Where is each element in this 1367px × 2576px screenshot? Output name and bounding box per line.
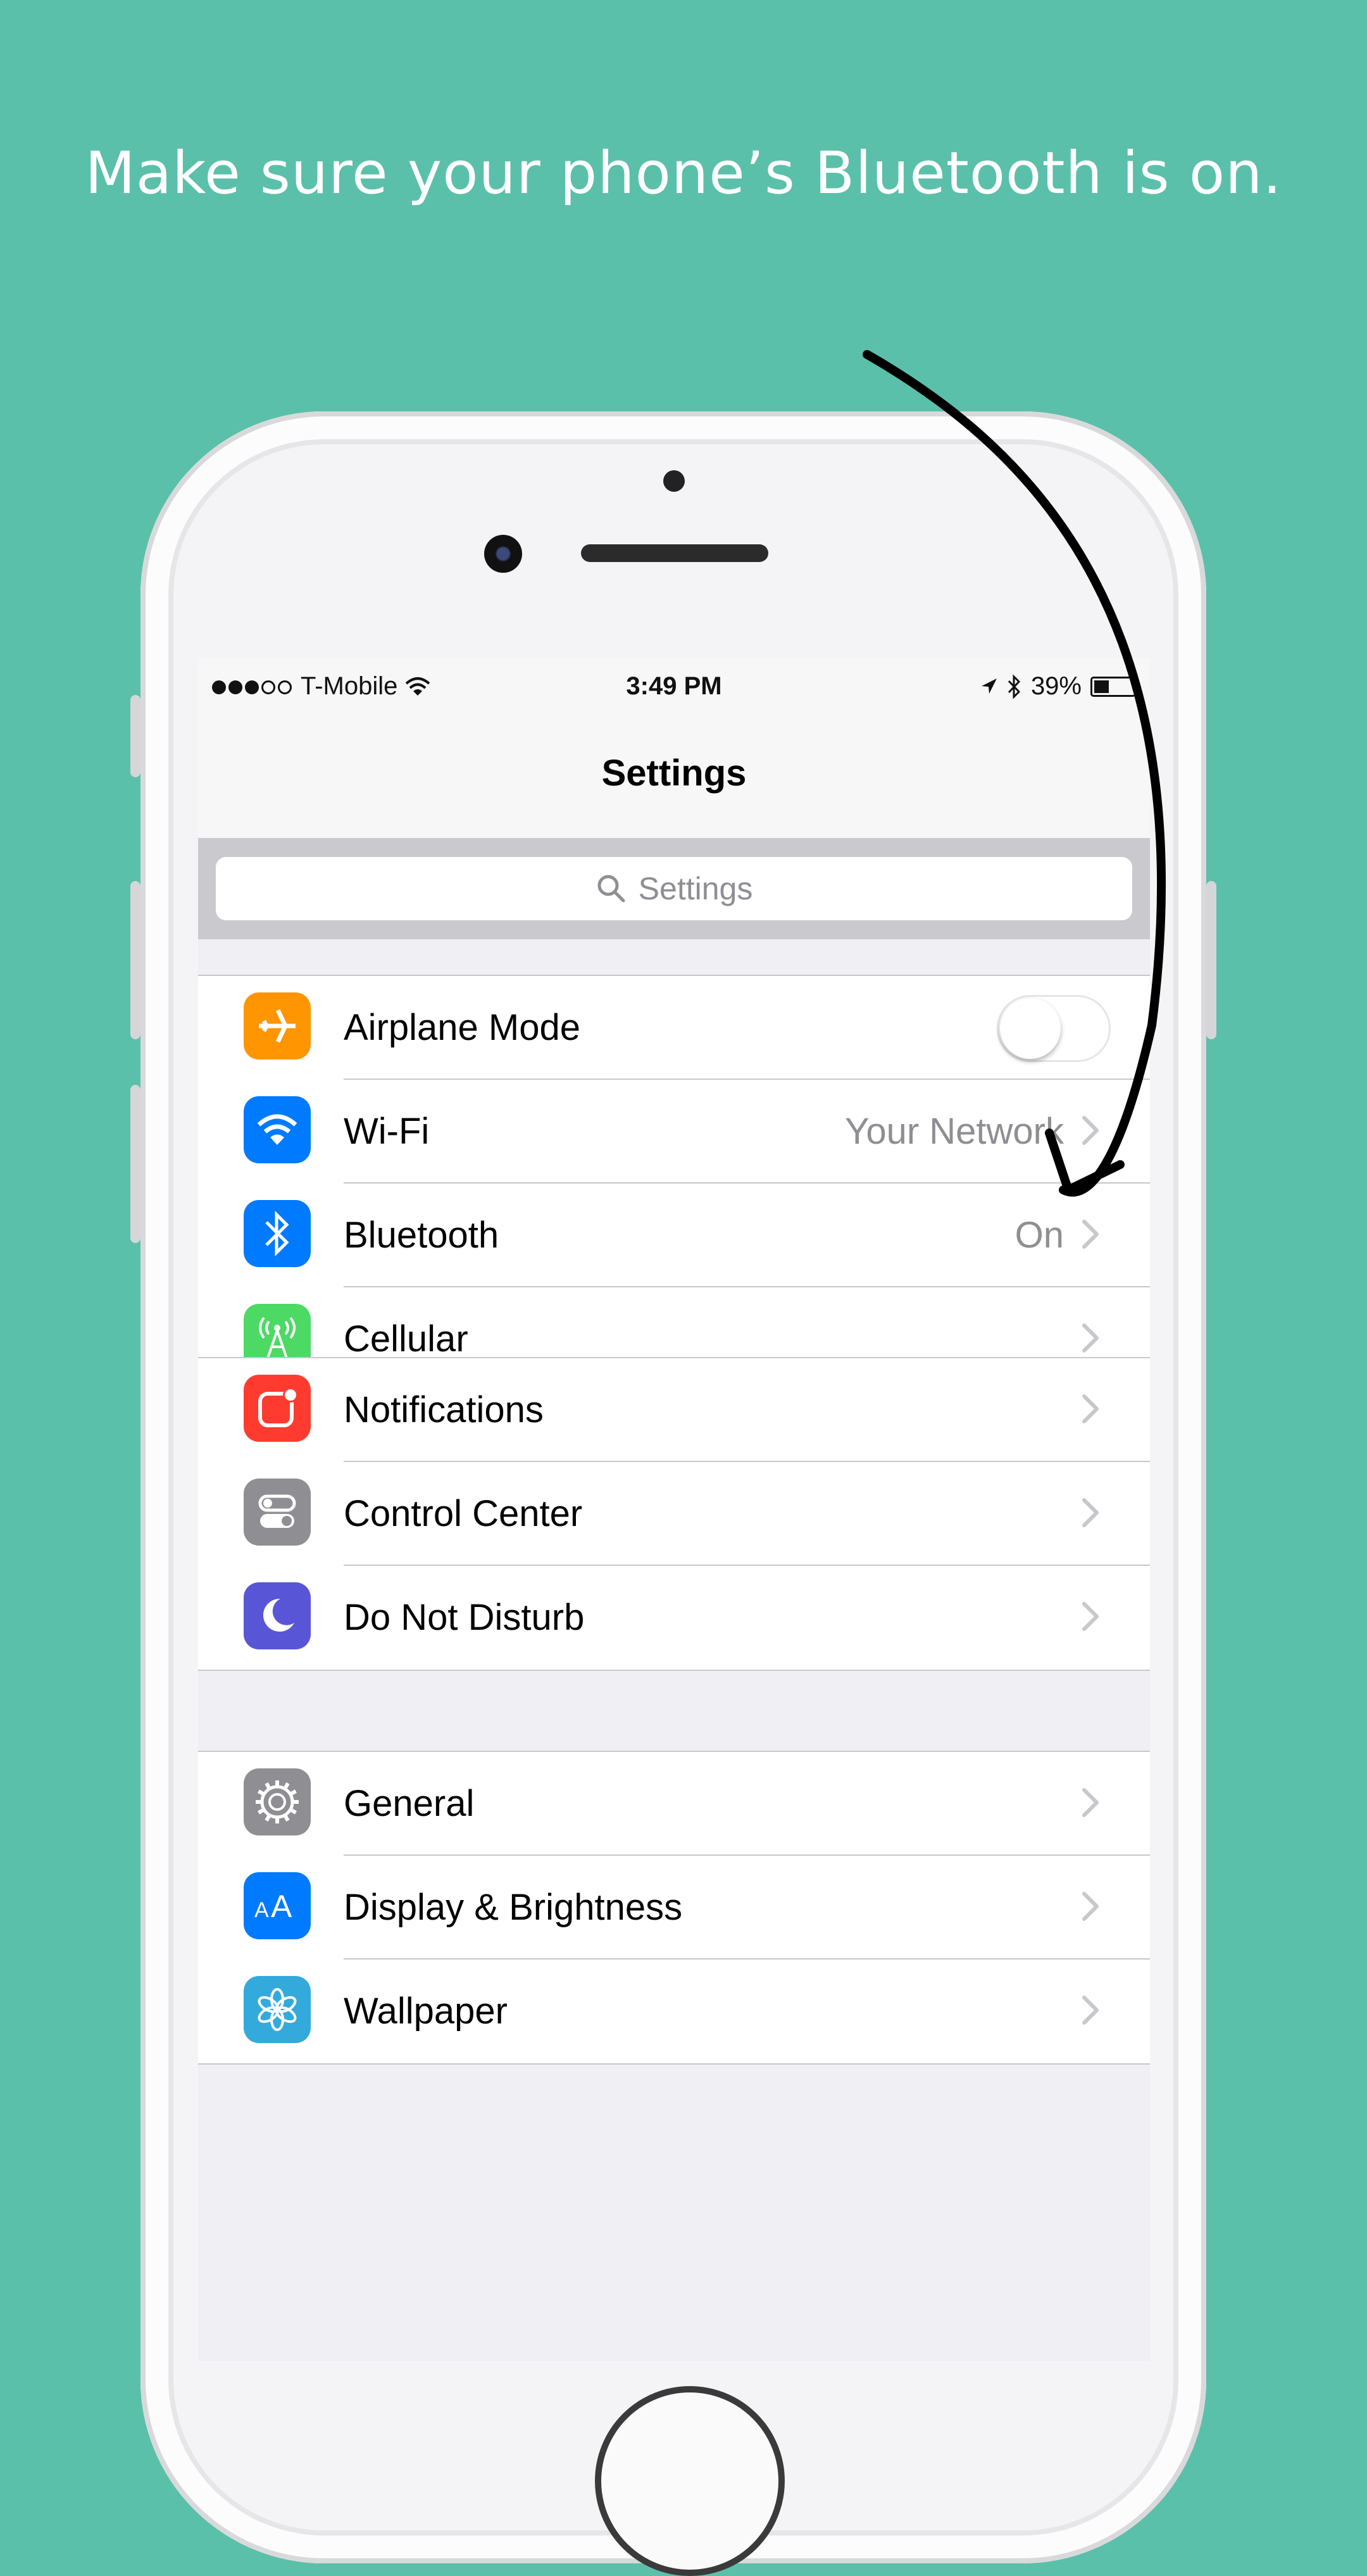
front-camera — [484, 535, 522, 573]
bluetooth-status-icon — [1008, 674, 1021, 699]
battery-percent: 39% — [1030, 672, 1082, 700]
gear-icon — [244, 1768, 311, 1835]
airplane-icon — [244, 992, 311, 1060]
row-label: Wi-Fi — [344, 1111, 430, 1152]
search-input[interactable]: Settings — [216, 857, 1132, 920]
chevron-right-icon — [1073, 1596, 1108, 1637]
chevron-right-icon — [1073, 1110, 1108, 1151]
mute-switch — [130, 695, 140, 777]
page-title: Settings — [601, 753, 747, 794]
notifications-icon — [244, 1375, 311, 1442]
search-icon — [597, 875, 625, 903]
settings-row-airplane-mode[interactable]: Airplane Mode — [198, 976, 1150, 1080]
row-label: General — [344, 1783, 475, 1824]
settings-row-wi-fi[interactable]: Wi-Fi Your Network — [198, 1080, 1150, 1184]
headline: Make sure your phone’s Bluetooth is on. — [85, 139, 1282, 207]
chevron-right-icon — [1073, 1214, 1108, 1254]
svg-text:A: A — [271, 1889, 292, 1924]
row-label: Bluetooth — [344, 1215, 499, 1256]
settings-row-general[interactable]: General — [198, 1752, 1150, 1856]
row-label: Cellular — [344, 1318, 468, 1360]
proximity-sensor — [663, 470, 685, 492]
phone-screen: T-Mobile 3:49 PM 39% Settings Settings A… — [198, 658, 1150, 2361]
home-button[interactable] — [595, 2386, 785, 2576]
airplane-mode-toggle[interactable] — [997, 995, 1111, 1062]
settings-row-control-center[interactable]: Control Center — [198, 1462, 1150, 1566]
settings-row-wallpaper[interactable]: Wallpaper — [198, 1960, 1150, 2063]
settings-row-notifications[interactable]: Notifications — [198, 1358, 1150, 1462]
settings-group: Notifications Control Center Do Not Distur… — [198, 1357, 1150, 1671]
navigation-bar: Settings — [198, 714, 1150, 839]
search-bar: Settings — [198, 838, 1150, 939]
row-label: Do Not Disturb — [344, 1597, 585, 1638]
settings-row-bluetooth[interactable]: Bluetooth On — [198, 1184, 1150, 1287]
bluetooth-icon — [244, 1200, 311, 1267]
status-bar: T-Mobile 3:49 PM 39% — [198, 658, 1150, 714]
wifi-icon — [244, 1096, 311, 1163]
settings-row-do-not-disturb[interactable]: Do Not Disturb — [198, 1566, 1150, 1670]
row-label: Display & Brightness — [344, 1887, 683, 1928]
svg-text:A: A — [254, 1898, 269, 1922]
row-detail: Your Network — [844, 1111, 1064, 1152]
settings-group: General A A Display & Brightness Wallpaper — [198, 1751, 1150, 2065]
chevron-right-icon — [1073, 1886, 1108, 1927]
flower-icon — [244, 1976, 311, 2043]
row-detail: On — [1014, 1215, 1064, 1256]
power-button — [1206, 881, 1216, 1039]
text-size-icon: AA — [244, 1872, 311, 1939]
volume-down-button — [130, 1085, 140, 1243]
row-label: Airplane Mode — [344, 1007, 580, 1048]
chevron-right-icon — [1073, 1990, 1108, 2030]
chevron-right-icon — [1073, 1318, 1108, 1358]
status-right: 39% — [979, 672, 1140, 701]
earpiece-speaker — [581, 544, 768, 562]
row-label: Control Center — [344, 1493, 583, 1534]
chevron-right-icon — [1073, 1782, 1108, 1823]
location-arrow-icon — [981, 678, 997, 694]
control-center-icon — [244, 1479, 311, 1546]
battery-icon — [1090, 676, 1140, 697]
chevron-right-icon — [1073, 1492, 1108, 1533]
search-placeholder: Settings — [638, 871, 753, 906]
row-label: Wallpaper — [344, 1991, 508, 2032]
chevron-right-icon — [1073, 1389, 1108, 1429]
row-label: Notifications — [344, 1389, 544, 1430]
settings-row-display-brightness[interactable]: A A Display & Brightness — [198, 1856, 1150, 1960]
volume-up-button — [130, 881, 140, 1039]
moon-icon — [244, 1582, 311, 1649]
